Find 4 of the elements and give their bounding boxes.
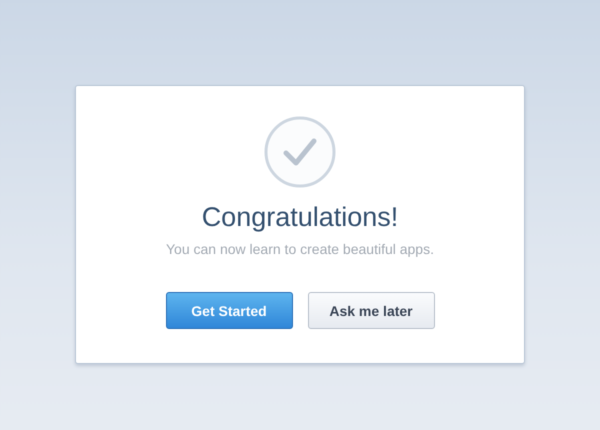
check-icon — [264, 116, 336, 188]
later-button[interactable]: Ask me later — [308, 292, 434, 329]
dialog-title: Congratulations! — [202, 201, 398, 233]
dialog-message: You can now learn to create beautiful apps. — [166, 241, 434, 257]
